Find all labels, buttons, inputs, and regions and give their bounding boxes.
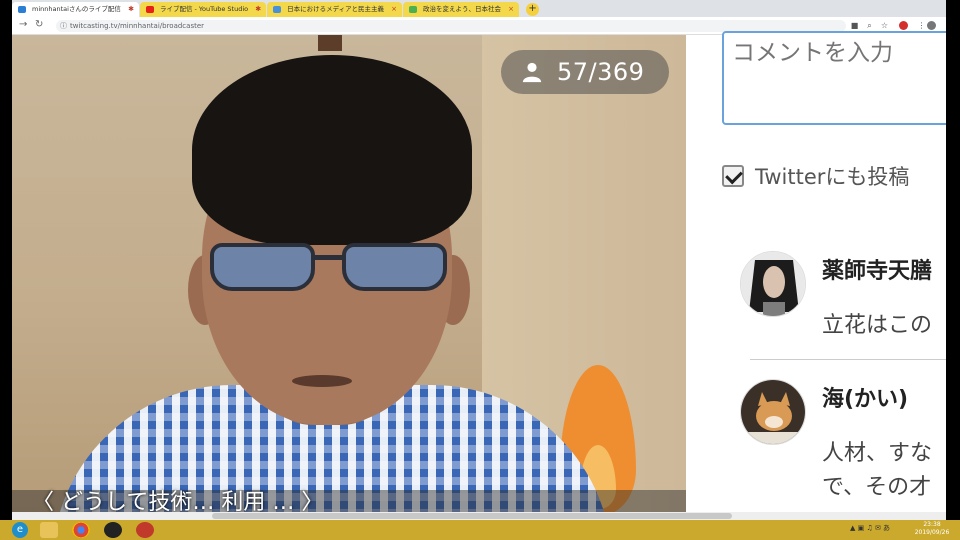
back-arrow-icon[interactable]: → <box>19 19 27 30</box>
reload-icon[interactable]: ↻ <box>35 19 43 30</box>
comment-panel: Twitterにも投稿 薬師寺天膳 立花はこの <box>686 31 946 512</box>
anime-avatar-icon <box>741 252 805 316</box>
live-video[interactable]: 57/369 〈 どうして技術… 利用 … 〉 <box>12 35 686 512</box>
system-tray[interactable]: ▲ ▣ ♫ ✉ あ <box>850 523 890 533</box>
twitter-post-checkbox[interactable] <box>722 165 744 187</box>
glasses-bridge <box>314 255 344 260</box>
glasses-lens <box>342 243 447 291</box>
obs-icon[interactable] <box>104 522 122 538</box>
close-tab-icon[interactable]: × <box>391 2 397 17</box>
comment-divider <box>750 359 946 360</box>
profile-avatar[interactable] <box>927 21 936 30</box>
chrome-icon[interactable] <box>72 522 90 538</box>
zoom-icon[interactable]: ⌕ <box>865 21 874 30</box>
comment-text: 立花はこの <box>822 313 933 338</box>
taskbar-clock[interactable]: 23:38 2019/09/26 <box>912 521 952 537</box>
tab-twitcasting[interactable]: minnhantaiさんのライブ配信 ✱ <box>12 2 139 17</box>
taskbar: e ▲ ▣ ♫ ✉ あ 23:38 2019/09/26 <box>0 520 960 540</box>
new-tab-button[interactable]: + <box>526 3 540 16</box>
horizontal-scrollbar[interactable] <box>12 512 946 520</box>
internet-explorer-icon[interactable]: e <box>12 522 28 538</box>
dog-avatar-icon <box>741 380 805 444</box>
scrollbar-thumb[interactable] <box>212 513 732 519</box>
extension-icon[interactable] <box>899 21 908 30</box>
menu-icon[interactable]: ⋮ <box>917 21 926 30</box>
viewer-count: 57/369 <box>557 58 645 86</box>
comment-author[interactable]: 海(かい) <box>822 381 908 413</box>
cast-icon[interactable]: ■ <box>850 21 859 30</box>
person-icon <box>522 62 542 83</box>
bookmark-star-icon[interactable]: ☆ <box>880 21 889 30</box>
glasses-lens <box>210 243 315 291</box>
tab-label: minnhantaiさんのライブ配信 <box>32 5 121 13</box>
avatar[interactable] <box>740 379 806 445</box>
twitcasting-favicon-icon <box>18 6 26 13</box>
presenter-glasses <box>202 233 452 295</box>
article-favicon-icon <box>273 6 282 13</box>
close-tab-icon[interactable]: ✱ <box>255 2 261 17</box>
tab-politics[interactable]: 政治を変えよう、日本社会 × <box>403 2 520 17</box>
video-caption: 〈 どうして技術… 利用 … 〉 <box>32 490 324 513</box>
clock-time: 23:38 <box>923 521 941 528</box>
comment-text-line2: で、その才 <box>822 475 932 500</box>
youtube-favicon-icon <box>145 6 154 13</box>
comment-input-box[interactable] <box>722 31 946 125</box>
wooden-pole <box>318 35 342 51</box>
politics-favicon-icon <box>409 6 418 13</box>
close-tab-icon[interactable]: × <box>508 2 514 17</box>
comment-author[interactable]: 薬師寺天膳 <box>822 253 932 285</box>
file-explorer-icon[interactable] <box>40 522 58 538</box>
tab-youtube[interactable]: ライブ配信 - YouTube Studio ✱ <box>139 2 267 17</box>
browser-window: minnhantaiさんのライブ配信 ✱ ライブ配信 - YouTube Stu… <box>12 0 946 520</box>
tab-article[interactable]: 日本におけるメディアと民主主義 × <box>267 2 403 17</box>
twitter-post-option[interactable]: Twitterにも投稿 <box>722 161 909 191</box>
avatar[interactable] <box>740 251 806 317</box>
twitter-post-label: Twitterにも投稿 <box>755 165 910 189</box>
tab-label: 政治を変えよう、日本社会 <box>423 5 502 13</box>
app-icon[interactable] <box>136 522 154 538</box>
comment-input[interactable] <box>732 37 946 69</box>
site-info-icon[interactable]: ⓘ <box>60 20 67 32</box>
tab-strip: minnhantaiさんのライブ配信 ✱ ライブ配信 - YouTube Stu… <box>12 0 946 17</box>
clock-date: 2019/09/26 <box>914 529 950 536</box>
tab-label: 日本におけるメディアと民主主義 <box>287 5 385 13</box>
tab-label: ライブ配信 - YouTube Studio <box>159 5 249 13</box>
viewer-count-badge: 57/369 <box>501 50 669 94</box>
comment-text: 人材、すな <box>822 441 933 466</box>
close-tab-icon[interactable]: ✱ <box>128 2 134 17</box>
url-text: twitcasting.tv/minnhantai/broadcaster <box>70 22 205 30</box>
presenter-hair <box>192 55 472 245</box>
presenter-mouth <box>292 375 352 387</box>
